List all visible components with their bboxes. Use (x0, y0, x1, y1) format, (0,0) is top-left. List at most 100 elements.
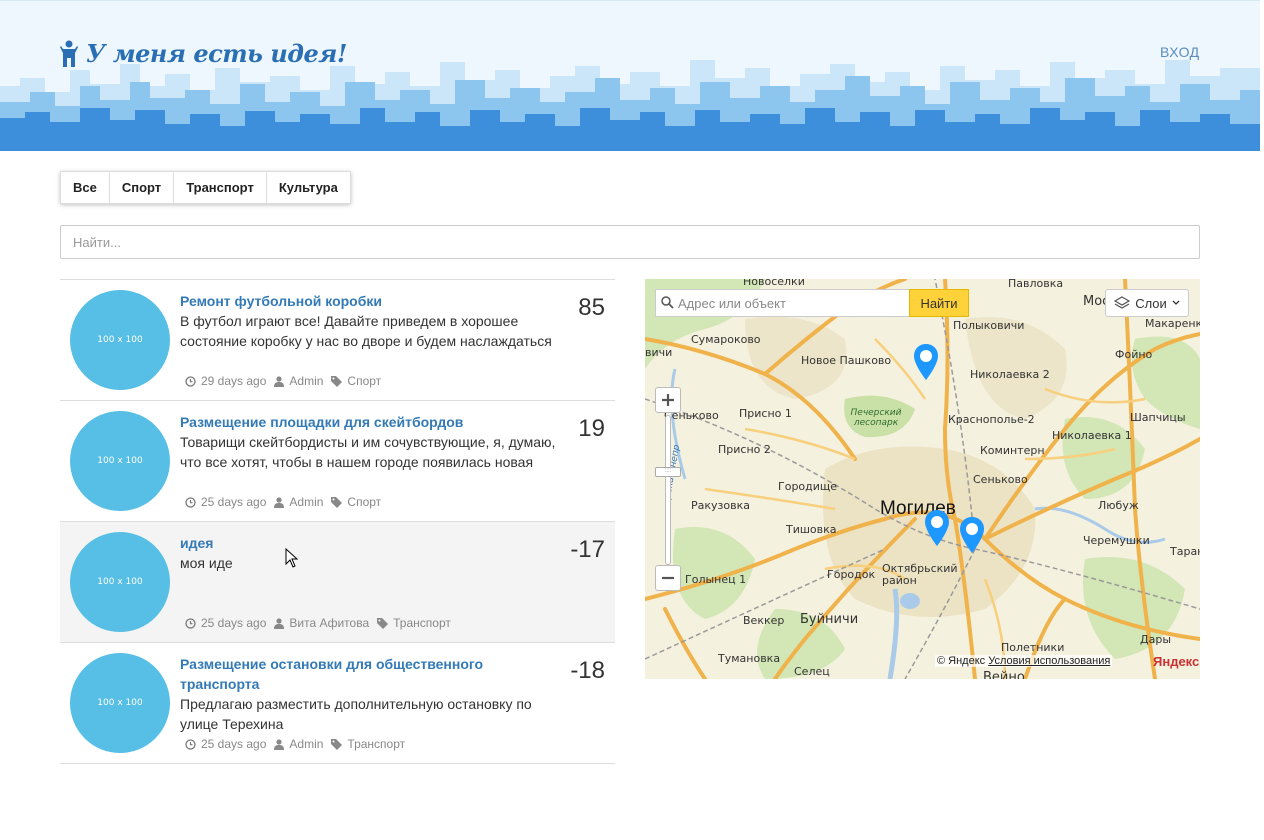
map-marker-icon[interactable] (913, 343, 939, 381)
map-label-lyubuzh: Любуж (1098, 499, 1139, 512)
map-label-shapchicy: Шапчицы (1130, 411, 1186, 424)
map-label-tumanovka: Тумановка (718, 652, 781, 665)
idea-category[interactable]: Транспорт (347, 737, 405, 751)
idea-category[interactable]: Транспорт (393, 616, 451, 630)
idea-time: 25 days ago (201, 616, 267, 630)
idea-author[interactable]: Вита Афитова (289, 616, 369, 630)
map-label-sumarokovo: Сумароково (691, 333, 761, 346)
map-label-senkovo-east: Сеньково (973, 473, 1028, 486)
ideas-map[interactable]: Новоселки Павловка Мос Полыковичи Макаре… (645, 279, 1200, 679)
idea-thumbnail[interactable]: 100 x 100 (70, 411, 170, 511)
ideas-list: 100 x 100 Ремонт футбольной коробки В фу… (60, 279, 615, 764)
map-label-rakuzovka: Ракузовка (691, 499, 750, 512)
idea-author[interactable]: Admin (289, 374, 323, 388)
idea-description: моя иде (180, 555, 233, 571)
site-logo[interactable]: У меня есть идея! (60, 39, 347, 68)
clock-icon (185, 738, 196, 750)
idea-title-link[interactable]: Размещение площадки для скейтбордов (180, 412, 560, 432)
idea-thumbnail[interactable]: 100 x 100 (70, 290, 170, 390)
idea-meta: 25 days ago Admin Спорт (185, 495, 389, 509)
idea-title-link[interactable]: Ремонт футбольной коробки (180, 291, 560, 311)
idea-thumbnail[interactable]: 100 x 100 (70, 532, 170, 632)
search-icon (661, 296, 674, 309)
map-label-oktyabrsky: Октябрьский район (882, 562, 958, 587)
map-marker-icon[interactable] (959, 516, 985, 554)
idea-category[interactable]: Спорт (347, 374, 381, 388)
map-label-novoe-pashkovo: Новое Пашково (801, 354, 892, 367)
yandex-logo[interactable]: Яндекс (1153, 654, 1199, 669)
map-terms-link[interactable]: Условия использования (988, 655, 1110, 667)
tag-icon (377, 617, 389, 629)
idea-description: В футбол играют все! Давайте приведем в … (180, 313, 552, 349)
zoom-in-button[interactable] (655, 387, 681, 413)
plus-icon (662, 394, 674, 406)
map-label-poletniki: Полетники (1001, 641, 1065, 654)
login-link[interactable]: ВХОД (1160, 44, 1200, 60)
zoom-out-button[interactable] (655, 565, 681, 591)
idea-time: 25 days ago (201, 737, 267, 751)
map-copyright: © Яндекс (937, 655, 986, 667)
map-label-buynichi: Буйничи (800, 612, 859, 627)
idea-category[interactable]: Спорт (347, 495, 381, 509)
filter-all-button[interactable]: Все (60, 171, 110, 204)
map-find-button[interactable]: Найти (909, 289, 969, 317)
idea-title-link[interactable]: Размещение остановки для общественного т… (180, 654, 560, 694)
mouse-cursor-icon (285, 548, 299, 568)
map-label-tishovka: Тишовка (786, 523, 837, 536)
idea-score: 19 (578, 415, 605, 442)
filter-sport-button[interactable]: Спорт (109, 171, 175, 204)
filter-culture-button[interactable]: Культура (266, 171, 351, 204)
minus-icon (662, 576, 674, 580)
map-label-veyno: Вейно (983, 670, 1025, 679)
map-label-foyno: Фойно (1115, 348, 1153, 361)
idea-description: Предлагаю разместить дополнительную оста… (180, 696, 532, 732)
idea-item[interactable]: 100 x 100 Размещение площадки для скейтб… (60, 401, 615, 522)
idea-description: Товарищи скейтбордисты и им сочувствующи… (180, 434, 556, 470)
map-marker-icon[interactable] (924, 509, 950, 547)
filter-transport-button[interactable]: Транспорт (174, 171, 267, 204)
clock-icon (185, 496, 196, 508)
city-skyline-illustration (0, 60, 1260, 151)
map-label-vichi: вичи (645, 346, 673, 359)
chevron-down-icon (1172, 300, 1180, 305)
map-search-input[interactable]: Адрес или объект (655, 289, 910, 317)
map-label-pechersky-forest: Печерский лесопарк (850, 408, 902, 428)
map-label-kominter: Коминтерн (980, 444, 1045, 457)
user-icon (274, 375, 285, 387)
map-label-prisno-1: Присно 1 (739, 407, 792, 420)
person-icon (60, 40, 78, 67)
clock-icon (185, 375, 196, 387)
zoom-slider-track[interactable] (665, 415, 671, 565)
idea-item[interactable]: 100 x 100 идея моя иде -17 25 days ago В… (60, 522, 615, 643)
idea-author[interactable]: Admin (289, 737, 323, 751)
idea-meta: 25 days ago Вита Афитова Транспорт (185, 616, 459, 630)
idea-meta: 25 days ago Admin Транспорт (185, 737, 413, 751)
map-layers-button[interactable]: Слои (1105, 289, 1189, 317)
clock-icon (185, 617, 196, 629)
idea-score: -18 (570, 657, 605, 684)
category-filter-group: Все Спорт Транспорт Культура (60, 171, 351, 204)
idea-thumbnail[interactable]: 100 x 100 (70, 653, 170, 753)
map-label-nikolaevka-2: Николаевка 2 (970, 368, 1050, 381)
map-label-polykovichi: Полыковичи (953, 319, 1025, 332)
user-icon (274, 738, 285, 750)
map-label-golynec: Голынец 1 (685, 573, 747, 586)
map-label-pavlovka: Павловка (1008, 279, 1064, 290)
idea-author[interactable]: Admin (289, 495, 323, 509)
site-header: У меня есть идея! ВХОД (0, 0, 1260, 151)
idea-title-link[interactable]: идея (180, 533, 560, 553)
zoom-slider-handle[interactable]: :::: (655, 467, 681, 477)
map-label-novoselki: Новоселки (743, 279, 805, 288)
tag-icon (331, 496, 343, 508)
idea-meta: 29 days ago Admin Спорт (185, 374, 389, 388)
map-layers-label: Слои (1135, 295, 1167, 311)
idea-time: 29 days ago (201, 374, 267, 388)
map-label-cheremushki: Черемушки (1083, 534, 1150, 547)
map-label-vekker: Веккер (743, 614, 785, 627)
search-input[interactable] (60, 225, 1200, 259)
map-label-krasnopolie-2: Краснополье-2 (948, 413, 1035, 426)
layers-icon (1114, 296, 1131, 309)
idea-item[interactable]: 100 x 100 Размещение остановки для общес… (60, 643, 615, 764)
idea-item[interactable]: 100 x 100 Ремонт футбольной коробки В фу… (60, 280, 615, 401)
site-title: У меня есть идея! (86, 39, 347, 68)
